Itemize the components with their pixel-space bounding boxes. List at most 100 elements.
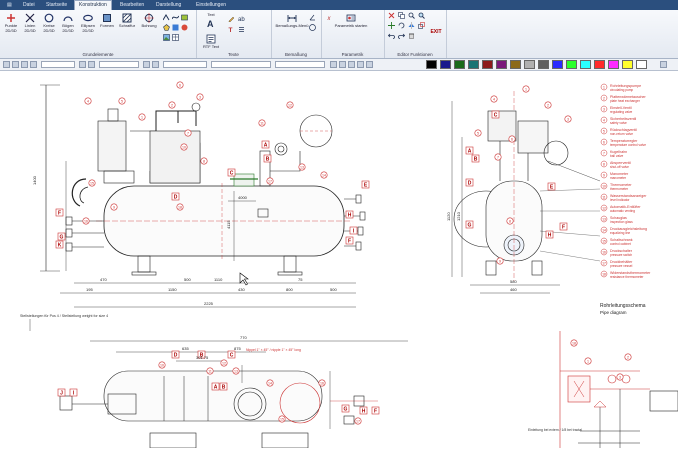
legend-label-en: temperature control valve	[610, 143, 646, 147]
polyline-icon[interactable]	[163, 14, 170, 21]
toolbar-pan-icon[interactable]	[339, 61, 346, 68]
shapes-button[interactable]: Formen	[99, 13, 115, 29]
redo-icon[interactable]	[398, 32, 405, 39]
color-swatch[interactable]	[580, 60, 591, 69]
dim-text-side-h2: 1210	[456, 211, 461, 221]
group-label-bemassung: Bemaßung	[284, 52, 307, 57]
cut-icon[interactable]	[388, 12, 395, 19]
drawing-canvas[interactable]: 1 2 3 4 5 6 7 8 9 10 11 12 13 14 15 16 17 18 1 2 3 4 5 6 7 8 9 10 11…	[0, 71, 678, 449]
color-swatch[interactable]	[426, 60, 437, 69]
color-swatch[interactable]	[510, 60, 521, 69]
text-replace-icon[interactable]: ab	[238, 15, 245, 22]
rtf-text-button[interactable]: RTF Text	[200, 34, 222, 50]
color-swatch[interactable]	[566, 60, 577, 69]
hatch-button[interactable]: Schraffur	[117, 13, 137, 29]
toolbar-snap-icon[interactable]	[79, 61, 86, 68]
color-swatch[interactable]	[496, 60, 507, 69]
balloon-number: 3	[619, 375, 621, 379]
toolbar-open-icon[interactable]	[12, 61, 19, 68]
toolbar-more-icon[interactable]	[660, 61, 667, 68]
parts-legend: 1 Rohrleitungspumpecirculating pump2 Platt…	[600, 83, 651, 279]
variable-icon[interactable]: x	[327, 14, 334, 21]
color-swatch[interactable]	[468, 60, 479, 69]
toolbar-zoom-icon[interactable]	[330, 61, 337, 68]
connection-label: A	[214, 384, 218, 390]
color-swatch[interactable]	[538, 60, 549, 69]
points-button[interactable]: Punkte 2D/3D	[3, 13, 19, 33]
lines-button[interactable]: Linien 2D/3D	[22, 13, 38, 33]
tab-bearbeiten[interactable]: Bearbeiten	[116, 1, 148, 10]
tab-datei[interactable]: Datei	[19, 1, 39, 10]
color-swatch[interactable]	[608, 60, 619, 69]
text-list-icon[interactable]	[238, 26, 245, 33]
toolbar-refresh-icon[interactable]	[348, 61, 355, 68]
move-icon[interactable]	[388, 22, 395, 29]
circles-button[interactable]: Kreise 2D/3D	[41, 13, 57, 33]
scale-dropdown[interactable]	[275, 61, 325, 68]
image-icon[interactable]	[163, 34, 170, 41]
delete-icon[interactable]	[408, 32, 415, 39]
linetype-dropdown[interactable]	[99, 61, 139, 68]
ellipses-button[interactable]: Ellipsen 2D/3D	[79, 13, 97, 33]
polygon-icon[interactable]	[163, 24, 170, 31]
toolbar-measure-icon[interactable]	[357, 61, 364, 68]
toolbar-print-icon[interactable]	[30, 61, 37, 68]
rotate-icon[interactable]	[398, 22, 405, 29]
text-edit-icon[interactable]	[228, 15, 235, 22]
color-swatch[interactable]	[454, 60, 465, 69]
balloon-number: 18	[572, 341, 576, 345]
table-icon[interactable]	[172, 34, 179, 41]
balloon-number: 14	[322, 173, 326, 177]
color-swatch[interactable]	[524, 60, 535, 69]
symbol-icon[interactable]	[181, 24, 188, 31]
toolbar-pen-icon[interactable]	[143, 61, 150, 68]
text-style-icon[interactable]: T	[228, 26, 235, 33]
exit-button[interactable]: EXIT	[428, 30, 444, 35]
connection-labels: ABCDEFGHIKFABCDEFGHD B CIJG H FA B	[55, 110, 568, 414]
dimension-menu-button[interactable]: Bemaßungs-Menü	[275, 13, 309, 29]
spline-icon[interactable]	[172, 14, 179, 21]
drill-hole-button[interactable]: Bohrung	[139, 13, 159, 29]
arcs-button[interactable]: Bögen 2D/3D	[60, 13, 76, 33]
color-swatch[interactable]	[482, 60, 493, 69]
tab-darstellung[interactable]: Darstellung	[152, 1, 185, 10]
balloon-number: 6	[511, 137, 513, 141]
color-swatch[interactable]	[552, 60, 563, 69]
toolbar-layer-icon[interactable]	[152, 61, 159, 68]
legend-number: 14	[602, 228, 606, 232]
color-swatch[interactable]	[594, 60, 605, 69]
color-swatch[interactable]	[636, 60, 647, 69]
toolbar-grid-icon[interactable]	[88, 61, 95, 68]
find-icon[interactable]	[408, 12, 415, 19]
text-button[interactable]: Text A	[200, 12, 222, 29]
copy-icon[interactable]	[398, 12, 405, 19]
zoom-icon[interactable]	[418, 12, 425, 19]
scale-icon[interactable]	[418, 22, 425, 29]
undo-icon[interactable]	[388, 32, 395, 39]
connection-label: B	[474, 156, 478, 162]
toolbar-info-icon[interactable]	[366, 61, 373, 68]
linewidth-dropdown[interactable]	[163, 61, 207, 68]
layer-dropdown[interactable]	[41, 61, 75, 68]
ellipse-icon	[83, 14, 93, 22]
fill-icon[interactable]	[172, 24, 179, 31]
app-menu-button[interactable]: ▤	[3, 1, 16, 10]
mirror-icon[interactable]	[408, 22, 415, 29]
style-dropdown[interactable]	[211, 61, 271, 68]
balloon-number: 3	[567, 117, 569, 121]
color-swatch[interactable]	[440, 60, 451, 69]
legend-label-en: pressure vessel	[610, 264, 633, 268]
toolbar-new-icon[interactable]	[3, 61, 10, 68]
radius-dim-icon[interactable]	[309, 24, 316, 31]
color-swatch[interactable]	[622, 60, 633, 69]
group-label-parametrik: Parametrik	[341, 52, 364, 57]
ribbon: Punkte 2D/3D Linien 2D/3D Kreise 2D/3D Böge…	[0, 10, 678, 59]
tab-einstellungen[interactable]: Einstellungen	[192, 1, 230, 10]
connection-label: J	[60, 390, 63, 396]
group-texte: Text A RTF Text ab T Texte	[196, 10, 272, 58]
rectangle-icon[interactable]	[181, 14, 188, 21]
angle-dim-icon[interactable]	[309, 14, 316, 21]
parametric-start-button[interactable]: Parametrik starten	[331, 13, 371, 29]
toolbar-save-icon[interactable]	[21, 61, 28, 68]
tab-startseite[interactable]: Startseite	[42, 1, 71, 10]
